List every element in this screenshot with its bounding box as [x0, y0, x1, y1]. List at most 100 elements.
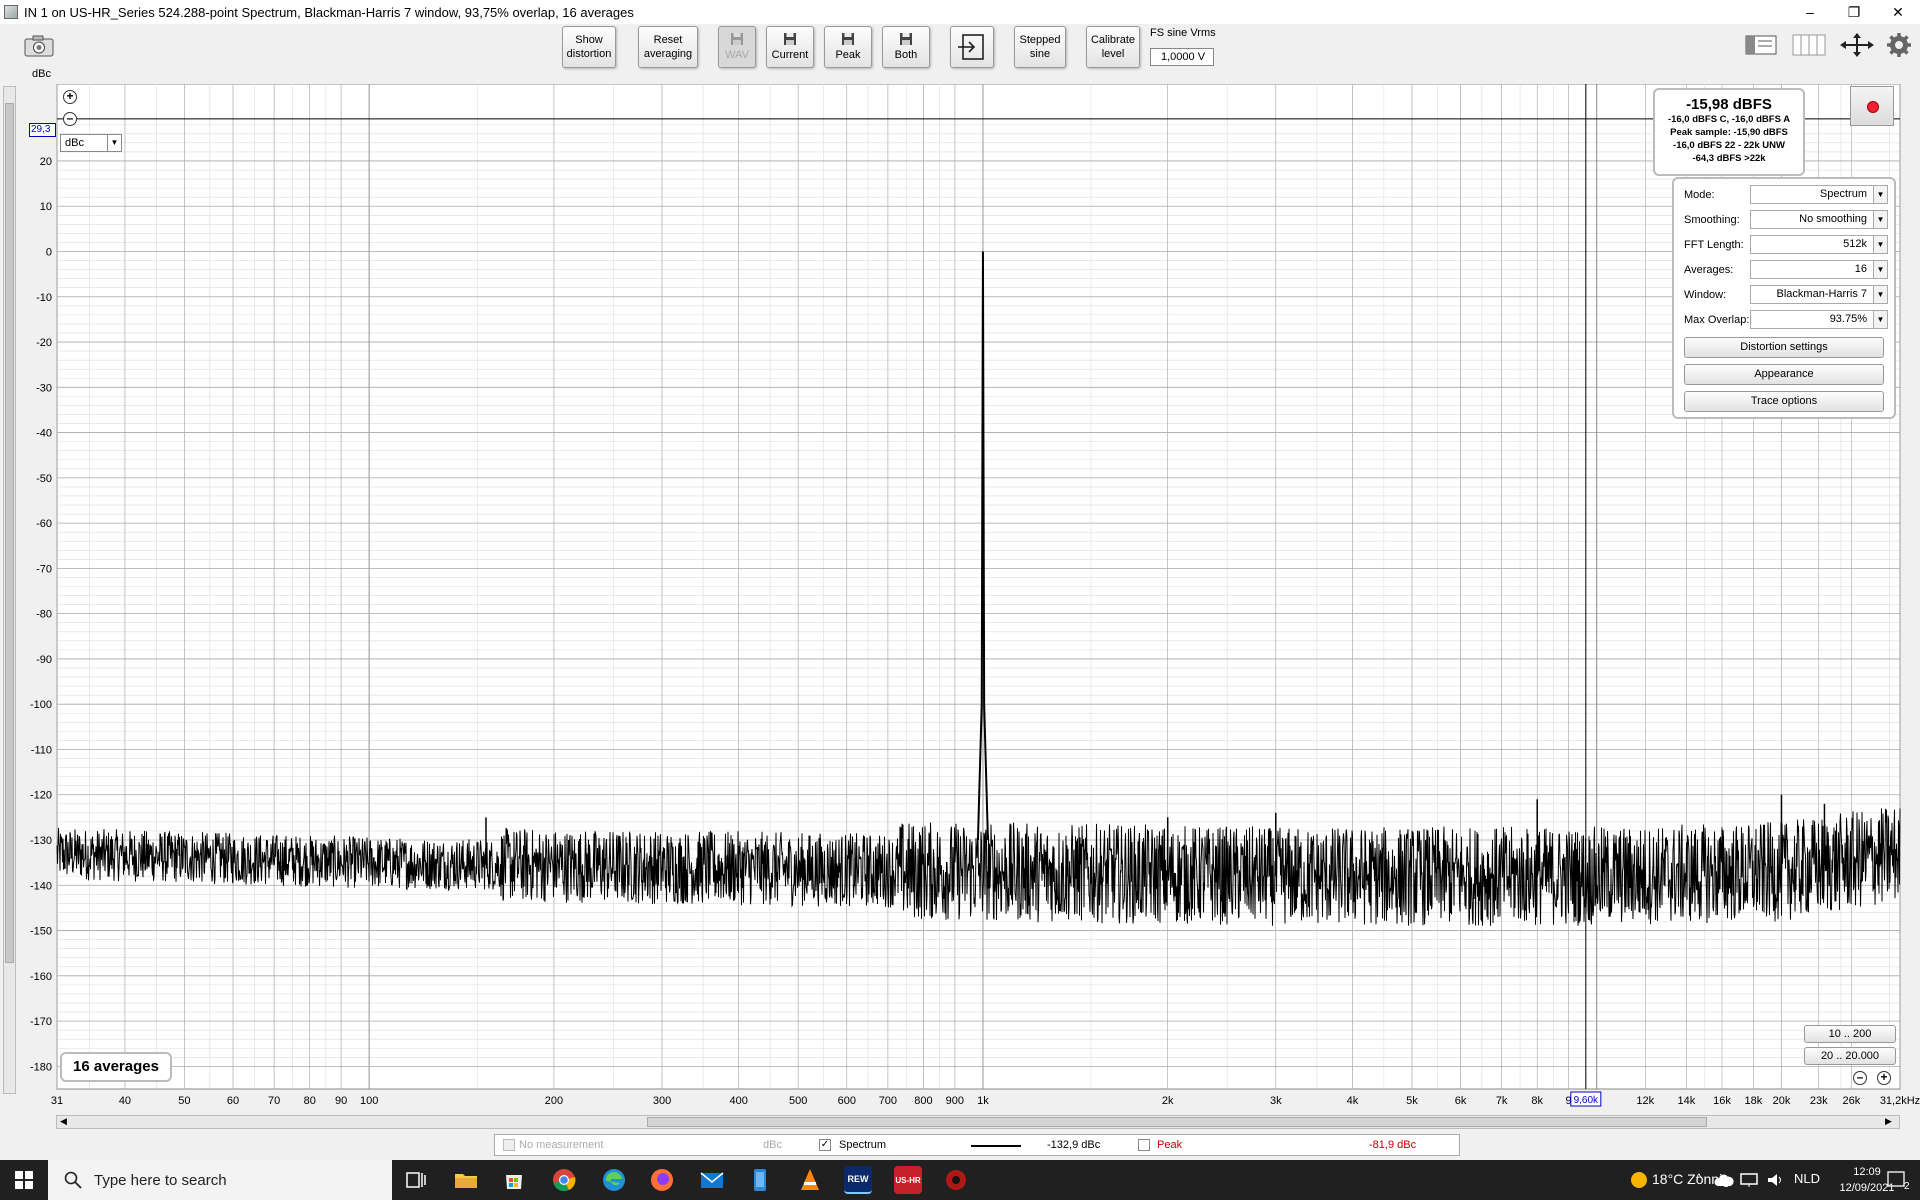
- x-tick-label: 900: [946, 1095, 964, 1107]
- x-tick-label: 12k: [1636, 1095, 1654, 1107]
- audio-app-icon[interactable]: [942, 1166, 970, 1194]
- appearance-button[interactable]: Appearance: [1684, 364, 1884, 385]
- reset-averaging-button[interactable]: Reset averaging: [638, 26, 698, 68]
- speaker-icon[interactable]: [1766, 1172, 1784, 1188]
- y-tick-label: -120: [30, 790, 52, 802]
- x-tick-label: 31: [51, 1095, 63, 1107]
- x-tick-label: 400: [730, 1095, 748, 1107]
- x-tick-label: 7k: [1496, 1095, 1508, 1107]
- y-tick-label: -170: [30, 1016, 52, 1028]
- zoom-in-icon[interactable]: +: [63, 90, 77, 104]
- graph-layout-icon[interactable]: [1742, 32, 1780, 58]
- fs-sine-input[interactable]: 1,0000 V: [1150, 48, 1214, 66]
- language-indicator[interactable]: NLD: [1794, 1171, 1820, 1186]
- x-tick-label: 8k: [1531, 1095, 1543, 1107]
- scroll-left-icon[interactable]: ◀: [60, 1116, 67, 1127]
- spectrum-graph[interactable]: 20100-10-20-30-40-50-60-70-80-90-100-110…: [0, 84, 1920, 1114]
- network-icon[interactable]: [1740, 1172, 1758, 1188]
- firefox-icon[interactable]: [648, 1166, 676, 1194]
- calibrate-level-button[interactable]: Calibrate level: [1086, 26, 1140, 68]
- gear-icon[interactable]: [1884, 32, 1914, 58]
- x-tick-label: 23k: [1810, 1095, 1828, 1107]
- no-measurement-unit: dBc: [763, 1139, 782, 1151]
- panels-icon[interactable]: [1790, 32, 1828, 58]
- y-tick-label: -110: [31, 744, 52, 756]
- cloud-icon[interactable]: [1714, 1173, 1734, 1187]
- record-button[interactable]: [1850, 86, 1894, 126]
- minimize-button[interactable]: –: [1788, 0, 1832, 24]
- import-button[interactable]: [950, 26, 994, 68]
- smoothing-select[interactable]: No smoothing ▼: [1750, 210, 1888, 229]
- level-line-2: Peak sample: -15,90 dBFS: [1670, 127, 1788, 138]
- file-explorer-icon[interactable]: [452, 1166, 480, 1194]
- y-tick-label: -160: [30, 971, 52, 983]
- x-zoom-out-icon[interactable]: –: [1853, 1071, 1867, 1085]
- trace-options-button[interactable]: Trace options: [1684, 391, 1884, 412]
- fft-length-row: FFT Length: 512k ▼: [1684, 235, 1888, 255]
- x-tick-label: 18k: [1745, 1095, 1763, 1107]
- y-tick-label: -140: [30, 880, 52, 892]
- pan-arrows-icon[interactable]: [1838, 32, 1876, 58]
- microsoft-store-icon[interactable]: [500, 1166, 528, 1194]
- peak-checkbox[interactable]: [1138, 1139, 1150, 1151]
- mail-icon[interactable]: [698, 1166, 726, 1194]
- notification-count: 2: [1904, 1181, 1910, 1190]
- range-20-20000-button[interactable]: 20 .. 20.000: [1804, 1047, 1896, 1065]
- taskbar-search-box[interactable]: Type here to search: [48, 1160, 392, 1200]
- x-tick-label: 80: [304, 1095, 316, 1107]
- save-both-button[interactable]: Both: [882, 26, 930, 68]
- window-title: IN 1 on US-HR_Series 524.288-point Spect…: [24, 4, 634, 20]
- chevron-up-icon[interactable]: ^: [1696, 1171, 1702, 1185]
- show-distortion-button[interactable]: Show distortion: [562, 26, 616, 68]
- y-tick-label: -20: [36, 337, 52, 349]
- vlc-icon[interactable]: [796, 1166, 824, 1194]
- rew-window: IN 1 on US-HR_Series 524.288-point Spect…: [0, 0, 1920, 1200]
- mode-select[interactable]: Spectrum ▼: [1750, 185, 1888, 204]
- save-peak-button[interactable]: Peak: [824, 26, 872, 68]
- no-measurement-checkbox[interactable]: [503, 1139, 515, 1151]
- scroll-right-icon[interactable]: ▶: [1885, 1116, 1892, 1127]
- save-current-button[interactable]: Current: [766, 26, 814, 68]
- spectrum-checkbox[interactable]: ✓: [819, 1139, 831, 1151]
- mode-row: Mode: Spectrum ▼: [1684, 185, 1888, 205]
- toolbar: Show distortion Reset averaging WAV Curr…: [0, 24, 1920, 82]
- camera-icon[interactable]: [24, 34, 54, 58]
- edge-icon[interactable]: [600, 1166, 628, 1194]
- x-zoom-in-icon[interactable]: +: [1877, 1071, 1891, 1085]
- y-tick-label: -40: [36, 428, 52, 440]
- task-view-icon[interactable]: [402, 1166, 430, 1194]
- save-wav-button[interactable]: WAV: [718, 26, 756, 68]
- x-tick-label: 5k: [1406, 1095, 1418, 1107]
- maximize-button[interactable]: ❐: [1832, 0, 1876, 24]
- phone-link-icon[interactable]: [746, 1166, 774, 1194]
- tascam-us-hr-icon[interactable]: US-HR: [894, 1166, 922, 1194]
- windows-logo-icon: [15, 1171, 33, 1189]
- max-overlap-select[interactable]: 93.75% ▼: [1750, 310, 1888, 329]
- horizontal-scrollbar[interactable]: [56, 1115, 1900, 1129]
- horizontal-scroll-thumb[interactable]: [647, 1117, 1707, 1127]
- averages-row: Averages: 16 ▼: [1684, 260, 1888, 280]
- chevron-down-icon: ▼: [1873, 286, 1887, 303]
- fft-length-select[interactable]: 512k ▼: [1750, 235, 1888, 254]
- y-unit-select[interactable]: dBc ▼: [60, 134, 122, 152]
- app-icon: [4, 5, 18, 19]
- x-tick-label: 31,2kHz: [1880, 1095, 1920, 1107]
- peak-label: Peak: [1157, 1139, 1183, 1151]
- start-button[interactable]: [0, 1160, 48, 1200]
- stepped-sine-button[interactable]: Stepped sine: [1014, 26, 1066, 68]
- x-tick-label: 6k: [1455, 1095, 1467, 1107]
- notifications-icon[interactable]: 2: [1886, 1170, 1912, 1190]
- rew-app-icon[interactable]: REW: [844, 1166, 872, 1194]
- y-tick-label: -80: [36, 609, 52, 621]
- window-row: Window: Blackman-Harris 7 ▼: [1684, 285, 1888, 305]
- averages-select[interactable]: 16 ▼: [1750, 260, 1888, 279]
- zoom-out-icon[interactable]: –: [63, 112, 77, 126]
- x-tick-label: 1k: [977, 1095, 989, 1107]
- windows-taskbar: Type here to search REW US-HR 18°C Zonni…: [0, 1160, 1920, 1200]
- range-10-200-button[interactable]: 10 .. 200: [1804, 1025, 1896, 1043]
- chrome-icon[interactable]: [550, 1166, 578, 1194]
- window-select[interactable]: Blackman-Harris 7 ▼: [1750, 285, 1888, 304]
- chevron-down-icon: ▼: [107, 135, 121, 151]
- close-button[interactable]: ✕: [1876, 0, 1920, 24]
- distortion-settings-button[interactable]: Distortion settings: [1684, 337, 1884, 358]
